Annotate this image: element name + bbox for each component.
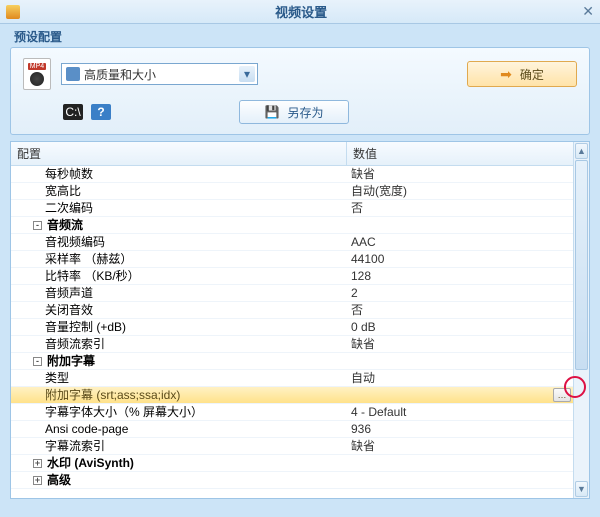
save-as-button[interactable]: 💾 另存为 (239, 100, 349, 124)
expand-toggle[interactable]: + (33, 476, 42, 485)
row-value[interactable]: 缺省 (347, 336, 573, 352)
row-label: Ansi code-page (45, 421, 128, 437)
table-row[interactable]: 每秒帧数 缺省 (11, 166, 573, 183)
titlebar: 视频设置 ✕ (0, 0, 600, 24)
expand-toggle[interactable]: - (33, 221, 42, 230)
preset-panel: MP4 高质量和大小 ▾ ➡ 确定 C:\ ? 💾 另存为 (10, 47, 590, 135)
expand-toggle[interactable]: + (33, 459, 42, 468)
settings-grid: 配置 数值 每秒帧数缺省宽高比自动(宽度)二次编码否-音频流音视频编码AAC采样… (10, 141, 590, 499)
table-row[interactable]: 字幕字体大小（% 屏幕大小） 4 - Default (11, 404, 573, 421)
group-row[interactable]: -附加字幕 (11, 353, 573, 370)
browse-button[interactable]: … (553, 388, 571, 402)
column-header-value[interactable]: 数值 (347, 142, 573, 165)
group-row[interactable]: -音频流 (11, 217, 573, 234)
row-value[interactable]: AAC (347, 234, 573, 250)
scroll-down-button[interactable]: ▼ (575, 481, 588, 497)
row-label: 宽高比 (45, 183, 81, 199)
row-label: 附加字幕 (srt;ass;ssa;idx) (45, 387, 180, 403)
scroll-up-button[interactable]: ▲ (575, 143, 588, 159)
save-icon: 💾 (265, 105, 280, 119)
row-label: 音频流索引 (45, 336, 105, 352)
row-label: 水印 (AviSynth) (47, 455, 134, 471)
table-row[interactable]: 字幕流索引 缺省 (11, 438, 573, 455)
row-value (347, 472, 573, 488)
table-row[interactable]: 音频流索引 缺省 (11, 336, 573, 353)
row-value (347, 217, 573, 233)
table-row[interactable]: 类型 自动 (11, 370, 573, 387)
row-label: 采样率 （赫兹） (45, 251, 132, 267)
row-value[interactable]: 936 (347, 421, 573, 437)
scroll-thumb[interactable] (575, 160, 588, 370)
table-row[interactable]: 关闭音效 否 (11, 302, 573, 319)
arrow-right-icon: ➡ (500, 66, 512, 83)
row-value (347, 353, 573, 369)
table-row[interactable]: 附加字幕 (srt;ass;ssa;idx) … (11, 387, 573, 404)
row-label: 二次编码 (45, 200, 93, 216)
disk-icon (66, 67, 80, 81)
table-row[interactable]: 宽高比 自动(宽度) (11, 183, 573, 200)
save-as-label: 另存为 (287, 104, 323, 121)
table-row[interactable]: Ansi code-page 936 (11, 421, 573, 438)
row-label: 字幕字体大小（% 屏幕大小） (45, 404, 203, 420)
row-label: 比特率 （KB/秒） (45, 268, 140, 284)
expand-toggle[interactable]: - (33, 357, 42, 366)
console-button[interactable]: C:\ (63, 104, 83, 120)
row-label: 音频声道 (45, 285, 93, 301)
row-value[interactable]: 自动 (347, 370, 573, 386)
row-value[interactable]: 否 (347, 200, 573, 216)
scroll-track[interactable] (574, 160, 589, 480)
format-mp4-icon: MP4 (23, 58, 51, 90)
preset-combo[interactable]: 高质量和大小 ▾ (61, 63, 258, 85)
row-value[interactable]: 缺省 (347, 438, 573, 454)
row-label: 每秒帧数 (45, 166, 93, 182)
row-value[interactable]: 44100 (347, 251, 573, 267)
preset-combo-value: 高质量和大小 (84, 66, 239, 83)
row-value[interactable]: 自动(宽度) (347, 183, 573, 199)
table-row[interactable]: 音频声道 2 (11, 285, 573, 302)
column-header-name[interactable]: 配置 (11, 142, 347, 165)
group-row[interactable]: + 高级 (11, 472, 573, 489)
row-value[interactable]: 否 (347, 302, 573, 318)
table-row[interactable]: 音量控制 (+dB) 0 dB (11, 319, 573, 336)
ok-button[interactable]: ➡ 确定 (467, 61, 577, 87)
row-label: 附加字幕 (47, 353, 95, 369)
table-row[interactable]: 二次编码 否 (11, 200, 573, 217)
table-row[interactable]: 音视频编码 AAC (11, 234, 573, 251)
help-button[interactable]: ? (91, 104, 111, 120)
group-row[interactable]: + 水印 (AviSynth) (11, 455, 573, 472)
app-icon (6, 5, 20, 19)
table-row[interactable]: 比特率 （KB/秒） 128 (11, 268, 573, 285)
row-label: 关闭音效 (45, 302, 93, 318)
row-value[interactable]: 4 - Default (347, 404, 573, 420)
row-value[interactable]: … (347, 387, 573, 403)
row-label: 音量控制 (+dB) (45, 319, 126, 335)
chevron-down-icon: ▾ (239, 66, 255, 82)
row-value[interactable]: 0 dB (347, 319, 573, 335)
table-row[interactable]: 采样率 （赫兹） 44100 (11, 251, 573, 268)
row-label: 字幕流索引 (45, 438, 105, 454)
row-value[interactable]: 缺省 (347, 166, 573, 182)
vertical-scrollbar[interactable]: ▲ ▼ (573, 142, 589, 498)
row-label: 音视频编码 (45, 234, 105, 250)
row-value (347, 455, 573, 471)
ok-button-label: 确定 (520, 66, 544, 83)
preset-section-label: 预设配置 (0, 24, 600, 47)
row-label: 高级 (47, 472, 71, 488)
row-value[interactable]: 128 (347, 268, 573, 284)
grid-header: 配置 数值 (11, 142, 573, 166)
close-icon[interactable]: ✕ (582, 3, 594, 20)
row-label: 类型 (45, 370, 69, 386)
row-value[interactable]: 2 (347, 285, 573, 301)
row-label: 音频流 (47, 217, 83, 233)
window-title: 视频设置 (20, 2, 582, 21)
